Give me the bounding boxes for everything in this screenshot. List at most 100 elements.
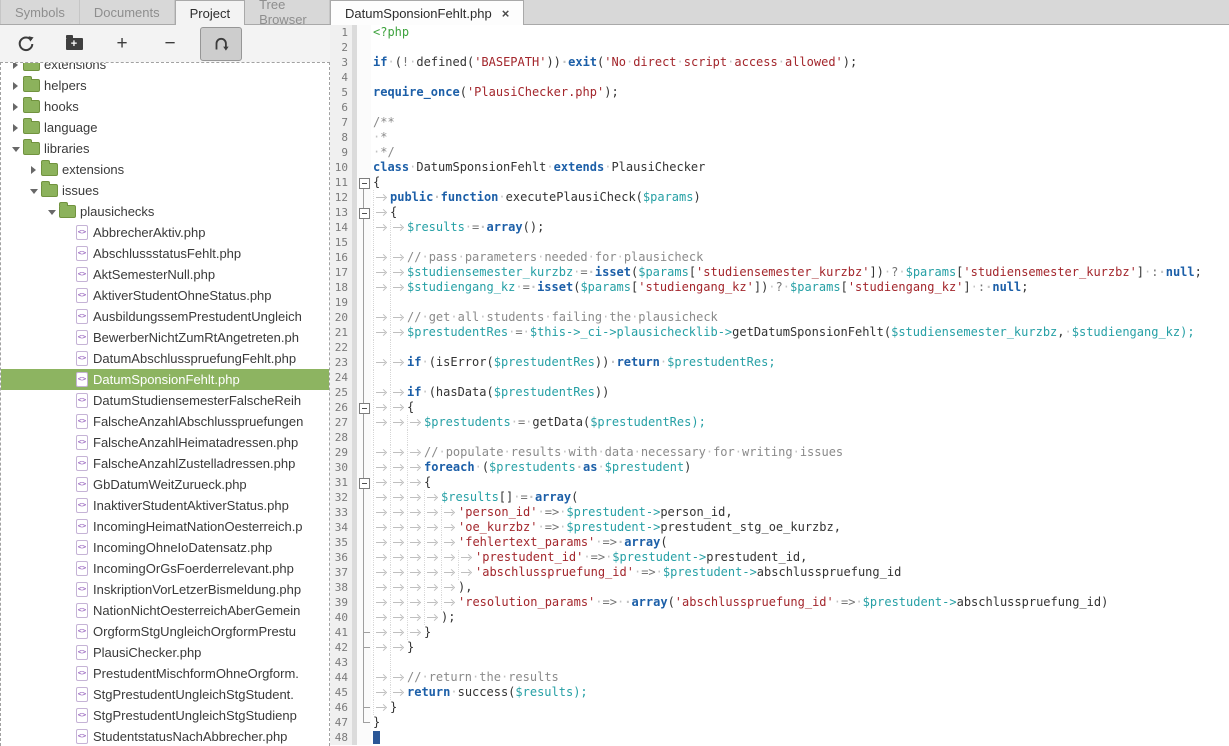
tree-item-extensions[interactable]: extensions	[1, 62, 329, 75]
tree-item-incomingheimatnationoesterreich-p[interactable]: IncomingHeimatNationOesterreich.p	[1, 516, 329, 537]
code-line-12[interactable]: 12public·function·executePlausiCheck($pa…	[330, 190, 1229, 205]
tree-item-inskriptionvorletzerbismeldung-php[interactable]: InskriptionVorLetzerBismeldung.php	[1, 579, 329, 600]
sidebar-tab-project[interactable]: Project	[175, 0, 245, 25]
file-tab-datumsponsionfehlt[interactable]: DatumSponsionFehlt.php ×	[330, 0, 524, 25]
code-line-8[interactable]: 8·*	[330, 130, 1229, 145]
project-file-tree[interactable]: extensionshelpershookslanguagelibrariese…	[0, 62, 330, 746]
expander-closed-icon[interactable]	[9, 82, 22, 90]
sidebar-tab-documents[interactable]: Documents	[80, 0, 175, 24]
tree-item-gbdatumweitzurueck-php[interactable]: GbDatumWeitZurueck.php	[1, 474, 329, 495]
sidebar-tab-symbols[interactable]: Symbols	[0, 0, 80, 24]
tree-item-plausichecker-php[interactable]: PlausiChecker.php	[1, 642, 329, 663]
code-line-30[interactable]: 30foreach·($prestudents·as·$prestudent)	[330, 460, 1229, 475]
fold-marker[interactable]	[357, 175, 371, 190]
code-line-35[interactable]: 35'fehlertext_params'·=>·array(	[330, 535, 1229, 550]
close-icon[interactable]: ×	[502, 7, 510, 20]
tree-item-aktiverstudentohnestatus-php[interactable]: AktiverStudentOhneStatus.php	[1, 285, 329, 306]
tree-item-prestudentmischformohneorgform-[interactable]: PrestudentMischformOhneOrgform.	[1, 663, 329, 684]
code-line-38[interactable]: 38),	[330, 580, 1229, 595]
code-line-34[interactable]: 34'oe_kurzbz'·=>·$prestudent->prestudent…	[330, 520, 1229, 535]
code-line-42[interactable]: 42}	[330, 640, 1229, 655]
collapse-all-button[interactable]: −	[152, 29, 188, 59]
expander-open-icon[interactable]	[9, 145, 22, 152]
tree-item-inaktiverstudentaktiverstatus-php[interactable]: InaktiverStudentAktiverStatus.php	[1, 495, 329, 516]
code-line-5[interactable]: 5require_once('PlausiChecker.php');	[330, 85, 1229, 100]
tree-item-datumsponsionfehlt-php[interactable]: DatumSponsionFehlt.php	[1, 369, 329, 390]
code-line-43[interactable]: 43	[330, 655, 1229, 670]
code-line-6[interactable]: 6	[330, 100, 1229, 115]
tree-item-hooks[interactable]: hooks	[1, 96, 329, 117]
expander-closed-icon[interactable]	[9, 103, 22, 111]
tree-item-ausbildungssemprestudentungleich[interactable]: AusbildungssemPrestudentUngleich	[1, 306, 329, 327]
tree-item-studentstatusnachabbrecher-php[interactable]: StudentstatusNachAbbrecher.php	[1, 726, 329, 746]
tree-item-falscheanzahlheimatadressen-php[interactable]: FalscheAnzahlHeimatadressen.php	[1, 432, 329, 453]
code-line-25[interactable]: 25if·(hasData($prestudentRes))	[330, 385, 1229, 400]
code-line-47[interactable]: 47}	[330, 715, 1229, 730]
expand-all-button[interactable]: +	[104, 29, 140, 59]
tree-item-plausichecks[interactable]: plausichecks	[1, 201, 329, 222]
tree-item-aktsemesternull-php[interactable]: AktSemesterNull.php	[1, 264, 329, 285]
code-line-4[interactable]: 4	[330, 70, 1229, 85]
code-line-45[interactable]: 45return·success($results);	[330, 685, 1229, 700]
follow-document-toggle[interactable]	[200, 27, 242, 61]
expander-closed-icon[interactable]	[9, 62, 22, 69]
code-line-26[interactable]: 26{	[330, 400, 1229, 415]
tree-item-language[interactable]: language	[1, 117, 329, 138]
expander-open-icon[interactable]	[45, 208, 58, 215]
tree-item-libraries[interactable]: libraries	[1, 138, 329, 159]
code-line-20[interactable]: 20//·get·all·students·failing·the·plausi…	[330, 310, 1229, 325]
code-line-32[interactable]: 32$results[]·=·array(	[330, 490, 1229, 505]
code-line-33[interactable]: 33'person_id'·=>·$prestudent->person_id,	[330, 505, 1229, 520]
expander-open-icon[interactable]	[27, 187, 40, 194]
code-line-13[interactable]: 13{	[330, 205, 1229, 220]
code-line-16[interactable]: 16//·pass·parameters·needed·for·plausich…	[330, 250, 1229, 265]
tree-item-helpers[interactable]: helpers	[1, 75, 329, 96]
tree-item-stgprestudentungleichstgstudent-[interactable]: StgPrestudentUngleichStgStudent.	[1, 684, 329, 705]
tree-item-falscheanzahlzustelladressen-php[interactable]: FalscheAnzahlZustelladressen.php	[1, 453, 329, 474]
tree-item-nationnichtoesterreichabergemein[interactable]: NationNichtOesterreichAberGemein	[1, 600, 329, 621]
fold-marker[interactable]	[357, 205, 371, 220]
code-line-1[interactable]: 1<?php	[330, 25, 1229, 40]
code-line-27[interactable]: 27$prestudents·=·getData($prestudentRes)…	[330, 415, 1229, 430]
code-line-41[interactable]: 41}	[330, 625, 1229, 640]
fold-marker[interactable]	[357, 400, 371, 415]
tree-item-abbrecheraktiv-php[interactable]: AbbrecherAktiv.php	[1, 222, 329, 243]
code-line-46[interactable]: 46}	[330, 700, 1229, 715]
fold-marker[interactable]	[357, 475, 371, 490]
code-line-9[interactable]: 9·*/	[330, 145, 1229, 160]
expander-closed-icon[interactable]	[27, 166, 40, 174]
tree-item-incomingorgsfoerderrelevant-php[interactable]: IncomingOrGsFoerderrelevant.php	[1, 558, 329, 579]
code-line-10[interactable]: 10class·DatumSponsionFehlt·extends·Plaus…	[330, 160, 1229, 175]
code-editor[interactable]: 1<?php23if·(!·defined('BASEPATH'))·exit(…	[330, 25, 1229, 746]
tree-item-bewerbernichtzumrtangetreten-ph[interactable]: BewerberNichtZumRtAngetreten.ph	[1, 327, 329, 348]
code-line-11[interactable]: 11{	[330, 175, 1229, 190]
code-line-36[interactable]: 36'prestudent_id'·=>·$prestudent->prestu…	[330, 550, 1229, 565]
code-line-19[interactable]: 19	[330, 295, 1229, 310]
tree-item-abschlussstatusfehlt-php[interactable]: AbschlussstatusFehlt.php	[1, 243, 329, 264]
code-line-29[interactable]: 29//·populate·results·with·data·necessar…	[330, 445, 1229, 460]
add-folder-button[interactable]	[56, 29, 92, 59]
code-line-24[interactable]: 24	[330, 370, 1229, 385]
sidebar-tab-tree-browser[interactable]: Tree Browser	[245, 0, 330, 24]
code-line-28[interactable]: 28	[330, 430, 1229, 445]
tree-item-datumstudiensemesterfalschereih[interactable]: DatumStudiensemesterFalscheReih	[1, 390, 329, 411]
refresh-button[interactable]	[8, 29, 44, 59]
code-line-22[interactable]: 22	[330, 340, 1229, 355]
code-line-37[interactable]: 37'abschlusspruefung_id'·=>·$prestudent-…	[330, 565, 1229, 580]
tree-item-datumabschlusspruefungfehlt-php[interactable]: DatumAbschlusspruefungFehlt.php	[1, 348, 329, 369]
code-line-15[interactable]: 15	[330, 235, 1229, 250]
code-line-17[interactable]: 17$studiensemester_kurzbz·=·isset($param…	[330, 265, 1229, 280]
code-line-31[interactable]: 31{	[330, 475, 1229, 490]
code-line-14[interactable]: 14$results·=·array();	[330, 220, 1229, 235]
tree-item-stgprestudentungleichstgstudienp[interactable]: StgPrestudentUngleichStgStudienp	[1, 705, 329, 726]
code-line-23[interactable]: 23if·(isError($prestudentRes))·return·$p…	[330, 355, 1229, 370]
code-line-40[interactable]: 40);	[330, 610, 1229, 625]
code-line-21[interactable]: 21$prestudentRes·=·$this->_ci->plausiche…	[330, 325, 1229, 340]
expander-closed-icon[interactable]	[9, 124, 22, 132]
code-line-44[interactable]: 44//·return·the·results	[330, 670, 1229, 685]
tree-item-falscheanzahlabschlusspruefungen[interactable]: FalscheAnzahlAbschlusspruefungen	[1, 411, 329, 432]
code-line-18[interactable]: 18$studiengang_kz·=·isset($params['studi…	[330, 280, 1229, 295]
tree-item-incomingohneiodatensatz-php[interactable]: IncomingOhneIoDatensatz.php	[1, 537, 329, 558]
code-line-39[interactable]: 39'resolution_params'·=>··array('abschlu…	[330, 595, 1229, 610]
tree-item-orgformstgungleichorgformprestu[interactable]: OrgformStgUngleichOrgformPrestu	[1, 621, 329, 642]
